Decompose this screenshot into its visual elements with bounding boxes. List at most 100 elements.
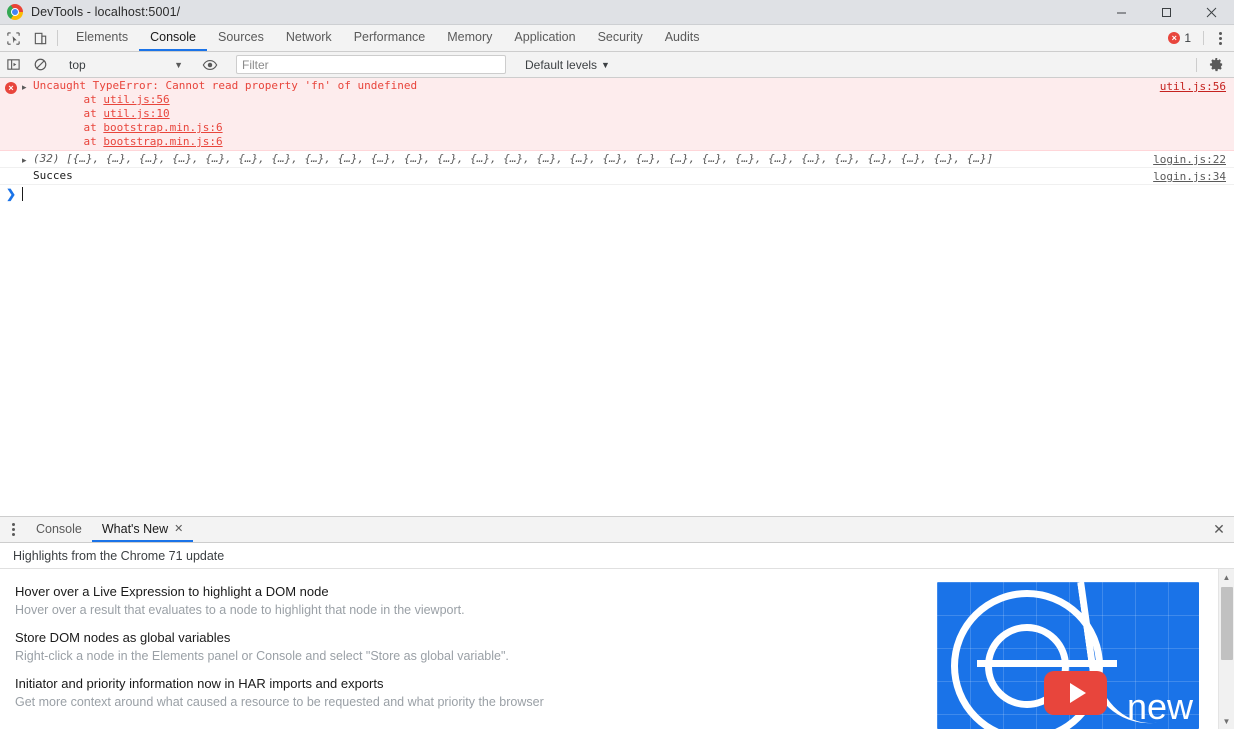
list-item[interactable]: Initiator and priority information now i… (15, 675, 615, 710)
stack-prefix: at (57, 93, 104, 106)
whats-new-list: Hover over a Live Expression to highligh… (0, 569, 937, 729)
stack-prefix: at (57, 135, 104, 148)
chevron-down-icon: ▼ (174, 59, 183, 70)
stack-frame: at bootstrap.min.js:6 (33, 121, 222, 134)
video-caption: new (1126, 686, 1193, 727)
item-description: Right-click a node in the Elements panel… (15, 649, 509, 663)
execution-context-value: top (69, 57, 86, 72)
device-toolbar-button[interactable] (27, 25, 54, 51)
toolbar-divider (1203, 31, 1204, 45)
list-item[interactable]: Hover over a Live Expression to highligh… (15, 583, 615, 618)
stack-link[interactable]: bootstrap.min.js:6 (103, 121, 222, 134)
error-count-label: 1 (1184, 31, 1191, 45)
console-toolbar: top ▼ Default levels ▼ (0, 52, 1234, 78)
console-toolbar-right (1190, 52, 1234, 78)
tab-sources[interactable]: Sources (207, 25, 275, 51)
stack-link[interactable]: util.js:10 (103, 107, 169, 120)
drawer-tab-whats-new[interactable]: What's New ✕ (91, 517, 194, 542)
filter-input[interactable] (236, 55, 506, 74)
devtools-tabbar: Elements Console Sources Network Perform… (0, 25, 1234, 52)
devtools-window: DevTools - localhost:5001/ Elements Cons… (0, 0, 1234, 729)
drawer-menu-button[interactable] (0, 517, 26, 542)
log-levels-label: Default levels (525, 57, 598, 72)
settings-gear-icon (1209, 57, 1223, 72)
console-plain-message[interactable]: Succes login.js:34 (0, 168, 1234, 185)
source-link[interactable]: login.js:34 (1153, 170, 1226, 183)
stack-prefix: at (57, 107, 104, 120)
live-expression-eye-icon (202, 59, 217, 70)
prompt-text-cursor (22, 187, 23, 201)
clear-console-icon (34, 58, 47, 71)
stack-frame: at util.js:10 (33, 107, 169, 120)
item-description: Hover over a result that evaluates to a … (15, 603, 465, 617)
minimize-button[interactable] (1099, 0, 1144, 25)
tab-performance[interactable]: Performance (343, 25, 437, 51)
drawer-tabbar: Console What's New ✕ ✕ (0, 517, 1234, 543)
stack-prefix: at (57, 121, 104, 134)
console-error-message[interactable]: × ▸ Uncaught TypeError: Cannot read prop… (0, 78, 1234, 151)
settings-button[interactable] (1203, 52, 1230, 78)
stack-link[interactable]: bootstrap.min.js:6 (103, 135, 222, 148)
youtube-play-icon[interactable] (1044, 671, 1107, 715)
whats-new-media: new (937, 569, 1234, 729)
list-item[interactable]: Store DOM nodes as global variables Righ… (15, 629, 615, 664)
expand-arrow-icon[interactable]: ▸ (22, 79, 33, 149)
toolbar-divider (1196, 57, 1197, 72)
tab-security[interactable]: Security (587, 25, 654, 51)
error-count-button[interactable]: × 1 (1162, 31, 1197, 45)
error-message-body: Uncaught TypeError: Cannot read property… (33, 79, 527, 149)
whats-new-body: Hover over a Live Expression to highligh… (0, 569, 1234, 729)
scroll-down-arrow-icon[interactable]: ▼ (1219, 713, 1234, 729)
inspect-element-button[interactable] (0, 25, 27, 51)
tab-memory[interactable]: Memory (436, 25, 503, 51)
source-link[interactable]: util.js:56 (1160, 80, 1226, 93)
expand-arrow-icon[interactable]: ▸ (22, 152, 33, 166)
execution-context-select[interactable]: top ▼ (61, 55, 189, 75)
tab-network[interactable]: Network (275, 25, 343, 51)
scrollbar-thumb[interactable] (1221, 587, 1233, 660)
drawer-tab-label: What's New (101, 521, 169, 536)
devtools-drawer: Console What's New ✕ ✕ Highlights from t… (0, 516, 1234, 729)
tab-elements[interactable]: Elements (65, 25, 139, 51)
array-count-label: (32) (33, 152, 60, 165)
maximize-button[interactable] (1144, 0, 1189, 25)
kebab-menu-icon (11, 523, 15, 526)
device-toolbar-icon (34, 32, 47, 44)
message-gutter (0, 152, 22, 166)
tab-audits[interactable]: Audits (654, 25, 711, 51)
maximize-icon (1162, 7, 1171, 17)
close-button[interactable] (1189, 0, 1234, 25)
toolbar-divider (57, 30, 58, 46)
console-sidebar-icon (7, 59, 20, 70)
live-expression-button[interactable] (196, 52, 223, 78)
video-thumbnail[interactable]: new (937, 582, 1199, 729)
log-levels-select[interactable]: Default levels ▼ (520, 55, 615, 75)
source-link[interactable]: login.js:22 (1153, 153, 1226, 166)
item-title: Hover over a Live Expression to highligh… (15, 584, 329, 599)
plain-message-text: Succes (33, 169, 73, 182)
console-message-list[interactable]: × ▸ Uncaught TypeError: Cannot read prop… (0, 78, 1234, 516)
console-prompt[interactable]: ❯ (0, 185, 1234, 203)
console-log-message[interactable]: ▸ (32) [{…}, {…}, {…}, {…}, {…}, {…}, {…… (0, 151, 1234, 168)
item-description: Get more context around what caused a re… (15, 695, 544, 709)
tab-console[interactable]: Console (139, 25, 207, 51)
scrollbar-track[interactable] (1219, 585, 1234, 713)
drawer-close-button[interactable]: ✕ (1204, 517, 1234, 542)
window-titlebar: DevTools - localhost:5001/ (0, 0, 1234, 25)
close-icon[interactable]: ✕ (174, 522, 183, 535)
array-preview: [{…}, {…}, {…}, {…}, {…}, {…}, {…}, {…},… (66, 152, 994, 165)
whats-new-scrollbar[interactable]: ▲ ▼ (1218, 569, 1234, 729)
tab-application[interactable]: Application (503, 25, 586, 51)
tabbar-right-controls: × 1 (1162, 25, 1234, 51)
scroll-up-arrow-icon[interactable]: ▲ (1219, 569, 1234, 585)
chrome-logo-icon (7, 4, 23, 20)
drawer-tab-console[interactable]: Console (26, 517, 92, 542)
main-menu-button[interactable] (1210, 31, 1230, 45)
log-message-body: (32) [{…}, {…}, {…}, {…}, {…}, {…}, {…},… (33, 152, 1103, 166)
clear-console-button[interactable] (27, 52, 54, 78)
stack-link[interactable]: util.js:56 (103, 93, 169, 106)
message-gutter: × (0, 79, 22, 149)
console-sidebar-toggle[interactable] (0, 52, 27, 78)
item-title: Store DOM nodes as global variables (15, 630, 231, 645)
